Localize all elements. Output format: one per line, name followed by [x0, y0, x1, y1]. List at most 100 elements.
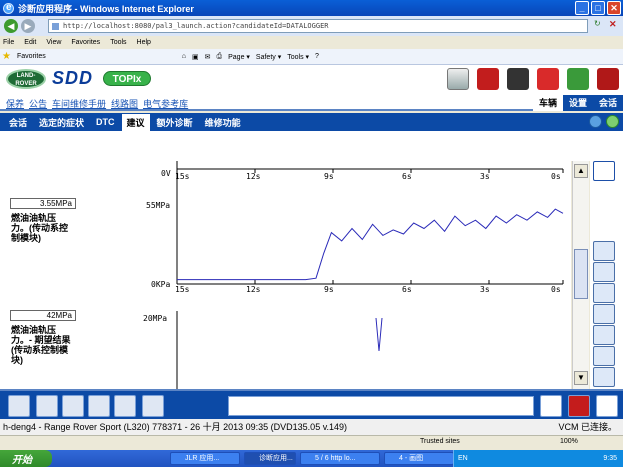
session-info: h-deng4 - Range Rover Sport (L320) 77837…: [3, 422, 348, 432]
clock: 9:35: [603, 455, 617, 462]
ie-status-bar: Trusted sites 100%: [0, 435, 623, 450]
language-indicator[interactable]: EN: [454, 455, 468, 462]
tools-menu[interactable]: Tools ▾: [287, 53, 309, 61]
zoom-level[interactable]: 100%: [560, 438, 578, 445]
eraser-tool-icon[interactable]: [593, 367, 615, 387]
session-tabs: 会话 选定的症状 DTC 建议 额外诊断 维修功能: [0, 113, 623, 131]
favorites-bar: ★ Favorites ⌂ ▣ ✉ ⎙ Page ▾ Safety ▾ Tool…: [0, 49, 623, 65]
nav-link-maintenance[interactable]: 保养: [6, 97, 24, 110]
nav-settings[interactable]: 设置: [562, 95, 593, 111]
minimize-button[interactable]: _: [575, 1, 589, 15]
menu-bar: File Edit View Favorites Tools Help: [0, 36, 623, 49]
nav-link-workshop-manual[interactable]: 车间维修手册: [52, 97, 106, 110]
grid-icon[interactable]: [593, 346, 615, 366]
maximize-button[interactable]: □: [591, 1, 605, 15]
battery-icon[interactable]: [507, 68, 529, 90]
sdd-logo: SDD: [52, 68, 94, 88]
task-jlr-app[interactable]: JLR 应用...: [170, 452, 240, 465]
safety-menu[interactable]: Safety ▾: [256, 53, 281, 61]
menu-help[interactable]: Help: [137, 39, 151, 46]
menu-file[interactable]: File: [3, 39, 14, 46]
menu-tools[interactable]: Tools: [110, 39, 126, 46]
report-icon[interactable]: [114, 395, 136, 417]
search-icon[interactable]: [593, 304, 615, 324]
nav-link-electrical-ref[interactable]: 电气参考库: [143, 97, 188, 110]
nav-link-bulletins[interactable]: 公告: [29, 97, 47, 110]
connected-icon[interactable]: [567, 68, 589, 90]
tab-service-functions[interactable]: 维修功能: [200, 114, 246, 131]
scroll-down-icon[interactable]: ▼: [574, 371, 588, 385]
zoom-icon[interactable]: [593, 283, 615, 303]
nav-session[interactable]: 会话: [592, 95, 623, 111]
scroll-up-icon[interactable]: ▲: [574, 164, 588, 178]
datalogger-plots: 3.55MPa 燃油油轨压力。(传动系控制模块) 0V 55MPa 0KPa 1…: [0, 161, 571, 389]
url-input[interactable]: http://localhost:8080/pal3_launch.action…: [48, 19, 588, 33]
menu-favorites[interactable]: Favorites: [71, 39, 100, 46]
nav-vehicle[interactable]: 车辆: [532, 95, 563, 111]
add-icon[interactable]: [593, 325, 615, 345]
vcm-status: VCM 已连接。: [558, 422, 617, 432]
nav-link-wiring[interactable]: 线路图: [111, 97, 138, 110]
tab-extra-diagnostics[interactable]: 额外诊断: [152, 114, 198, 131]
vertical-scrollbar[interactable]: ▲ ▼: [572, 161, 589, 389]
globe-icon[interactable]: [589, 115, 602, 128]
plot-canvas: [176, 161, 564, 389]
message-field: [228, 396, 534, 416]
refresh-icon[interactable]: ↻: [594, 19, 606, 33]
keypad-icon[interactable]: [36, 395, 58, 417]
tab-session[interactable]: 会话: [4, 114, 32, 131]
window-title-bar: 诊断应用程序 - Windows Internet Explorer _ □ ✕: [0, 0, 623, 16]
page-menu[interactable]: Page ▾: [228, 53, 250, 61]
menu-view[interactable]: View: [46, 39, 61, 46]
session-status-bar: h-deng4 - Range Rover Sport (L320) 77837…: [0, 419, 623, 435]
vci-icon[interactable]: [447, 68, 469, 90]
window-title: 诊断应用程序 - Windows Internet Explorer: [18, 3, 194, 14]
sdd-nav: 保养 公告 车间维修手册 线路图 电气参考库 车辆 设置 会话: [0, 95, 623, 111]
home-icon[interactable]: ⌂: [182, 53, 186, 60]
stop-record-icon[interactable]: [593, 202, 615, 222]
tab-symptoms[interactable]: 选定的症状: [34, 114, 89, 131]
task-ie-windows[interactable]: 5 / 6 http lo...: [300, 452, 380, 465]
scroll-thumb[interactable]: [574, 249, 588, 299]
star-icon: ★: [2, 51, 11, 62]
topix-button[interactable]: TOPIx: [103, 71, 151, 86]
tab-dtc[interactable]: DTC: [91, 115, 120, 129]
camera-icon[interactable]: [593, 181, 615, 201]
plot1-series-line: [177, 208, 564, 281]
tool-icon-2[interactable]: [593, 262, 615, 282]
network-icon[interactable]: [142, 395, 164, 417]
bottom-toolbar: [0, 389, 623, 419]
vehicle-icon[interactable]: [477, 68, 499, 90]
address-bar: ◀ ▶ http://localhost:8080/pal3_launch.ac…: [0, 16, 623, 36]
mail-icon[interactable]: ✉: [205, 53, 211, 61]
menu-edit[interactable]: Edit: [24, 39, 36, 46]
favorites-button[interactable]: Favorites: [17, 53, 46, 60]
taskbar: 开始 JLR 应用... 诊断应用... 5 / 6 http lo... 4 …: [0, 450, 623, 467]
parts-icon[interactable]: [62, 395, 84, 417]
plot2-series-line: [375, 317, 383, 352]
lock-icon[interactable]: [540, 395, 562, 417]
close-button[interactable]: ✕: [607, 1, 621, 15]
back-icon[interactable]: ◀: [4, 19, 18, 33]
stop-icon[interactable]: ✕: [609, 19, 621, 33]
tab-recommendations[interactable]: 建议: [121, 113, 150, 131]
forward-icon[interactable]: ▶: [21, 19, 35, 33]
task-paint[interactable]: 4 - 画图: [384, 452, 454, 465]
vci-status-icon[interactable]: [568, 395, 590, 417]
home-tool-icon[interactable]: [8, 395, 30, 417]
tool-icon-1[interactable]: [593, 241, 615, 261]
sdd-header: LAND-ROVER SDD TOPIx: [0, 65, 623, 95]
task-diagnostic-app[interactable]: 诊断应用...: [244, 452, 296, 465]
print-icon[interactable]: ⎙: [217, 53, 223, 61]
refresh-session-icon[interactable]: [606, 115, 619, 128]
tools-icon[interactable]: [88, 395, 110, 417]
ie-icon: [3, 2, 14, 14]
security-zone: Trusted sites: [420, 438, 460, 445]
start-button[interactable]: 开始: [0, 450, 52, 467]
eraser-icon[interactable]: [537, 68, 559, 90]
help-icon[interactable]: ?: [315, 53, 319, 60]
battery-status-icon[interactable]: [596, 395, 618, 417]
list-icon[interactable]: [593, 161, 615, 181]
exit-icon[interactable]: [597, 68, 619, 90]
feeds-icon[interactable]: ▣: [192, 53, 199, 61]
